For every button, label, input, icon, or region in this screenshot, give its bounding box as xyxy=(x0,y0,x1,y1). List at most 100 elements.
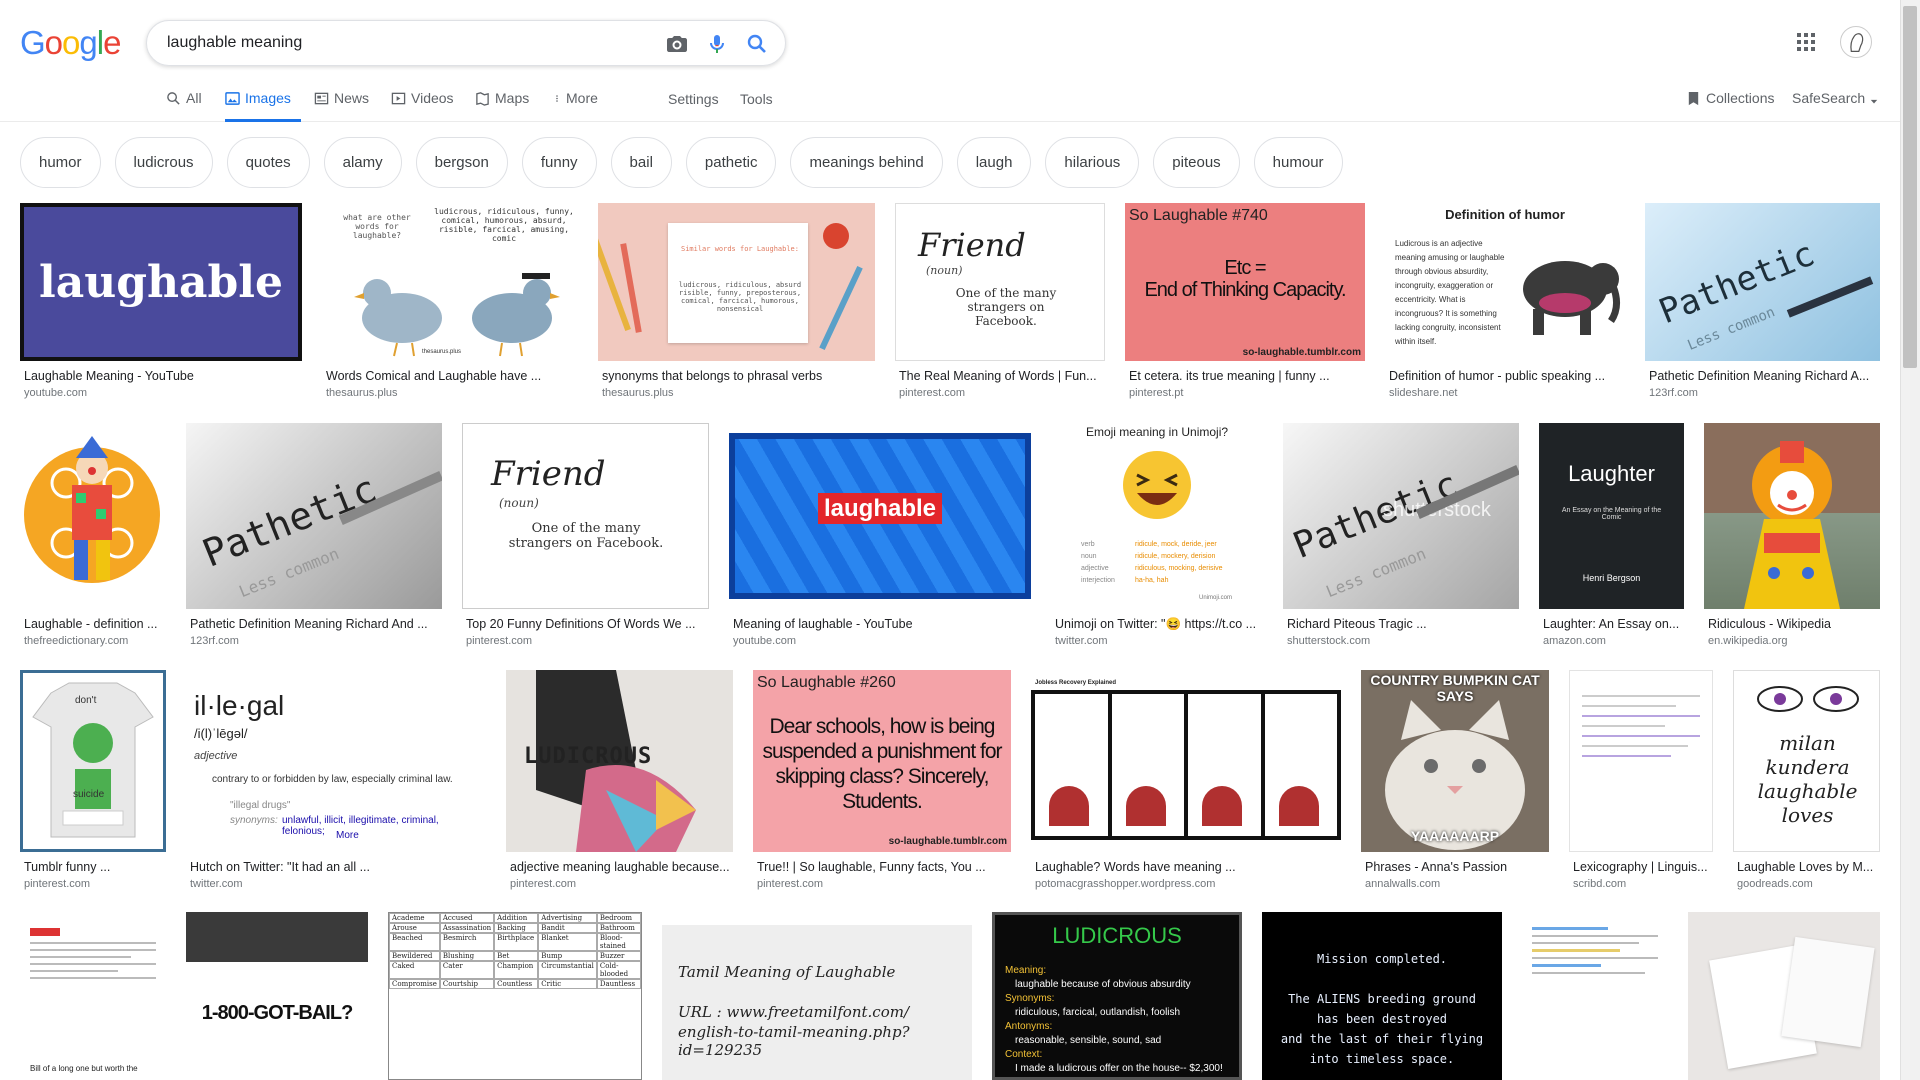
result-thumbnail[interactable]: Jobless Recovery Explained xyxy=(1031,670,1341,852)
scrollbar-thumb[interactable] xyxy=(1903,6,1917,368)
chip[interactable]: pathetic xyxy=(685,137,777,188)
result-thumbnail[interactable]: laughable xyxy=(20,203,302,361)
tab-more[interactable]: More xyxy=(553,90,598,122)
result-thumbnail[interactable]: So Laughable #260 Dear schools, how is b… xyxy=(753,670,1011,852)
image-result[interactable]: Ridiculous - Wikipedia en.wikipedia.org xyxy=(1704,423,1880,648)
avatar[interactable] xyxy=(1840,26,1872,58)
image-result[interactable]: Pathetic Less common Pathetic Definition… xyxy=(186,423,442,648)
result-thumbnail[interactable]: LUDICROUS xyxy=(506,670,733,852)
safesearch-dropdown[interactable]: SafeSearch xyxy=(1792,90,1878,122)
tools-link[interactable]: Tools xyxy=(740,91,773,107)
image-result[interactable]: don't suicide Tumblr funny ... pinterest… xyxy=(20,670,166,894)
result-caption[interactable]: Top 20 Funny Definitions Of Words We ... xyxy=(466,617,709,631)
result-caption[interactable]: Et cetera. its true meaning | funny ... xyxy=(1129,369,1365,383)
image-result[interactable]: So Laughable #260 Dear schools, how is b… xyxy=(753,670,1011,894)
image-result[interactable]: 1-800-GOT-BAIL? xyxy=(186,912,368,1080)
result-thumbnail[interactable]: Friend (noun) One of the many strangers … xyxy=(895,203,1105,361)
result-caption[interactable]: True!! | So laughable, Funny facts, You … xyxy=(757,860,1011,874)
tab-videos[interactable]: Videos xyxy=(391,90,454,122)
result-caption[interactable]: Phrases - Anna's Passion xyxy=(1365,860,1549,874)
result-thumbnail[interactable]: Friend (noun) One of the many strangers … xyxy=(462,423,709,609)
tab-all[interactable]: All xyxy=(166,90,202,122)
result-caption[interactable]: Pathetic Definition Meaning Richard And … xyxy=(190,617,442,631)
chip[interactable]: ludicrous xyxy=(114,137,213,188)
result-caption[interactable]: Hutch on Twitter: "It had an all ... xyxy=(190,860,486,874)
chip[interactable]: laugh xyxy=(956,137,1032,188)
result-thumbnail[interactable]: Similar words for Laughable: ludicrous, … xyxy=(598,203,875,361)
image-result[interactable] xyxy=(1688,912,1880,1080)
result-caption[interactable]: Richard Piteous Tragic ... xyxy=(1287,617,1519,631)
image-result[interactable]: what are other words for laughable? ludi… xyxy=(322,203,580,403)
result-thumbnail[interactable]: Mission completed. The ALIENS breeding g… xyxy=(1262,912,1502,1080)
image-result[interactable]: Friend (noun) One of the many strangers … xyxy=(895,203,1105,403)
result-thumbnail[interactable] xyxy=(1569,670,1713,852)
result-thumbnail[interactable]: what are other words for laughable? ludi… xyxy=(322,203,580,361)
result-caption[interactable]: The Real Meaning of Words | Fun... xyxy=(899,369,1105,383)
image-result[interactable]: Mission completed. The ALIENS breeding g… xyxy=(1262,912,1502,1080)
result-thumbnail[interactable]: LUDICROUS Meaning: laughable because of … xyxy=(992,912,1242,1080)
result-caption[interactable]: Laughable Meaning - YouTube xyxy=(24,369,302,383)
google-logo[interactable]: Google xyxy=(20,24,121,62)
result-caption[interactable]: Laughter: An Essay on... xyxy=(1543,617,1684,631)
result-thumbnail[interactable] xyxy=(1522,912,1668,1080)
chip[interactable]: piteous xyxy=(1153,137,1240,188)
result-caption[interactable]: Tumblr funny ... xyxy=(24,860,166,874)
image-result[interactable]: il·le·gal /i(l)ˈlēgəl/ adjective contrar… xyxy=(186,670,486,894)
result-caption[interactable]: Meaning of laughable - YouTube xyxy=(733,617,1031,631)
image-result[interactable]: Pathetic shutterstock Less common Richar… xyxy=(1283,423,1519,648)
image-result[interactable]: Lexicography | Linguis... scribd.com xyxy=(1569,670,1713,894)
image-result[interactable]: Academe Accused Addition Advertising Bed… xyxy=(388,912,642,1080)
result-caption[interactable]: Definition of humor - public speaking ..… xyxy=(1389,369,1625,383)
tab-images[interactable]: Images xyxy=(225,90,301,122)
result-caption[interactable]: Pathetic Definition Meaning Richard A... xyxy=(1649,369,1880,383)
image-result[interactable]: Similar words for Laughable: ludicrous, … xyxy=(598,203,875,403)
result-thumbnail[interactable]: milan kundera laughable loves xyxy=(1733,670,1880,852)
result-caption[interactable]: synonyms that belongs to phrasal verbs xyxy=(602,369,875,383)
result-thumbnail[interactable]: il·le·gal /i(l)ˈlēgəl/ adjective contrar… xyxy=(186,670,486,852)
result-thumbnail[interactable]: Pathetic Less common xyxy=(186,423,442,609)
result-thumbnail[interactable]: Tamil Meaning of Laughable URL : www.fre… xyxy=(662,925,972,1080)
result-caption[interactable]: Laughable - definition ... xyxy=(24,617,166,631)
result-thumbnail[interactable] xyxy=(1688,912,1880,1080)
result-thumbnail[interactable] xyxy=(20,423,166,609)
search-input[interactable] xyxy=(167,31,647,55)
result-thumbnail[interactable]: So Laughable #740 Etc = End of Thinking … xyxy=(1125,203,1365,361)
chip[interactable]: funny xyxy=(521,137,597,188)
result-thumbnail[interactable]: laughable xyxy=(729,423,1031,609)
result-caption[interactable]: Lexicography | Linguis... xyxy=(1573,860,1713,874)
result-thumbnail[interactable]: 1-800-GOT-BAIL? xyxy=(186,912,368,1080)
image-result[interactable]: Friend (noun) One of the many strangers … xyxy=(462,423,709,648)
microphone-icon[interactable] xyxy=(705,32,729,56)
chip[interactable]: bergson xyxy=(415,137,508,188)
image-result[interactable]: laughable Meaning of laughable - YouTube… xyxy=(729,423,1031,648)
image-result[interactable]: Pathetic Less common Pathetic Definition… xyxy=(1645,203,1880,403)
chip[interactable]: bail xyxy=(610,137,672,188)
image-result[interactable]: LUDICROUS adjective meaning laughable be… xyxy=(506,670,733,894)
chip[interactable]: meanings behind xyxy=(790,137,943,188)
result-thumbnail[interactable]: Emoji meaning in Unimoji? verb noun adje… xyxy=(1051,423,1263,609)
settings-link[interactable]: Settings xyxy=(668,91,719,107)
result-caption[interactable]: Words Comical and Laughable have ... xyxy=(326,369,580,383)
result-caption[interactable]: Ridiculous - Wikipedia xyxy=(1708,617,1880,631)
apps-grid-icon[interactable] xyxy=(1796,32,1816,52)
image-result[interactable] xyxy=(1522,912,1668,1080)
chip[interactable]: alamy xyxy=(323,137,402,188)
chip[interactable]: humour xyxy=(1253,137,1343,188)
image-result[interactable]: LUDICROUS Meaning: laughable because of … xyxy=(992,912,1242,1080)
tab-news[interactable]: News xyxy=(314,90,369,122)
result-thumbnail[interactable]: COUNTRY BUMPKIN CAT SAYS YAAAAAARP xyxy=(1361,670,1549,852)
result-caption[interactable]: Laughable Loves by M... xyxy=(1737,860,1880,874)
result-thumbnail[interactable] xyxy=(1704,423,1880,609)
image-result[interactable]: Laughter An Essay on the Meaning of the … xyxy=(1539,423,1684,648)
result-thumbnail[interactable]: Academe Accused Addition Advertising Bed… xyxy=(388,912,642,1080)
result-thumbnail[interactable]: don't suicide xyxy=(20,670,166,852)
image-result[interactable]: milan kundera laughable loves Laughable … xyxy=(1733,670,1880,894)
result-thumbnail[interactable]: Laughter An Essay on the Meaning of the … xyxy=(1539,423,1684,609)
image-result[interactable]: Laughable - definition ... thefreedictio… xyxy=(20,423,166,648)
result-thumbnail[interactable]: Bill of a long one but worth the xyxy=(20,912,166,1080)
image-result[interactable]: laughable Laughable Meaning - YouTube yo… xyxy=(20,203,302,403)
image-result[interactable]: Jobless Recovery Explained Laughable? Wo… xyxy=(1031,670,1341,894)
result-caption[interactable]: adjective meaning laughable because... xyxy=(510,860,733,874)
chip[interactable]: humor xyxy=(20,137,101,188)
collections-link[interactable]: Collections xyxy=(1686,90,1774,122)
